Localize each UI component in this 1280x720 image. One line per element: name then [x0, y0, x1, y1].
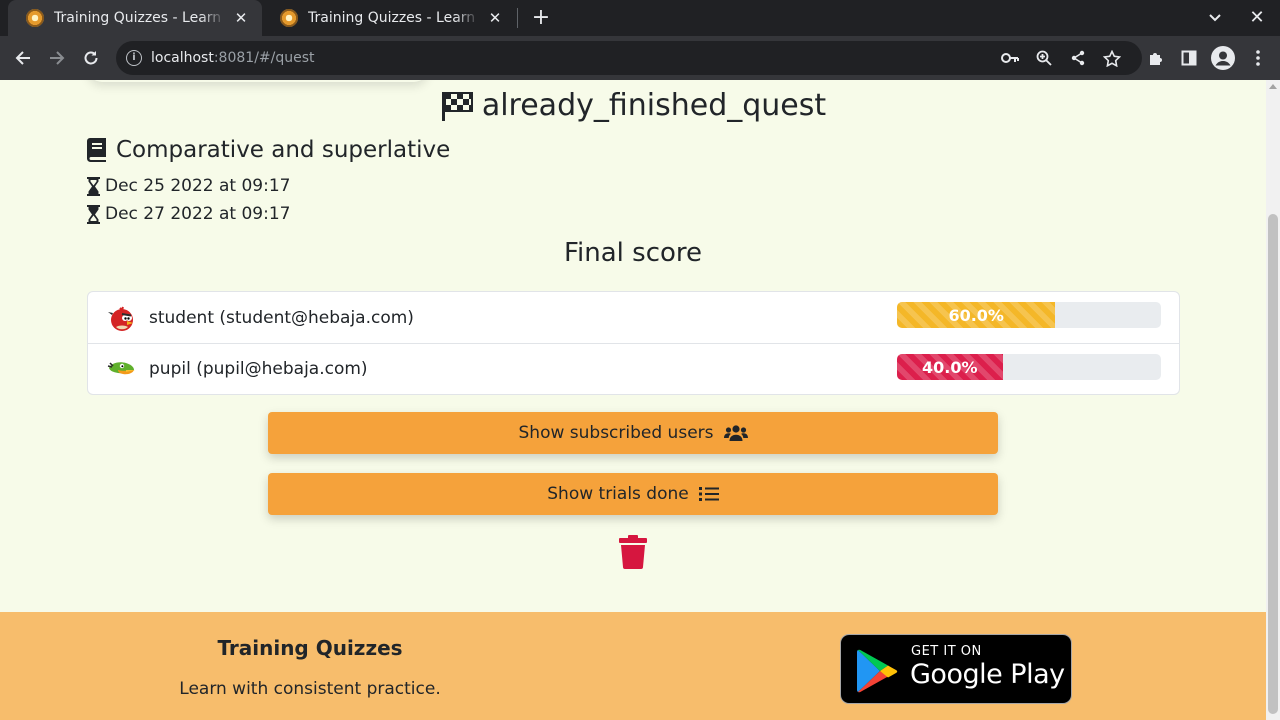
browser-tab[interactable]: Training Quizzes - Learn with consistent… — [262, 0, 516, 36]
extensions-button[interactable] — [1142, 44, 1170, 72]
chevron-down-icon — [1209, 14, 1221, 22]
reload-icon — [84, 51, 98, 65]
start-date-line: Dec 25 2022 at 09:17 — [87, 176, 290, 196]
hourglass-end-icon — [87, 204, 100, 224]
score-progress: 40.0% — [897, 354, 1161, 380]
book-icon — [87, 138, 106, 162]
tab-close-icon[interactable]: ✕ — [486, 9, 504, 27]
site-info-icon[interactable]: i — [126, 50, 142, 66]
side-panel-icon — [1181, 50, 1197, 66]
list-icon — [698, 487, 719, 501]
score-progress: 60.0% — [897, 302, 1161, 328]
page-scrollbar[interactable] — [1266, 80, 1280, 720]
browser-tab-active[interactable]: Training Quizzes - Learn with consistent… — [8, 0, 262, 36]
score-row-pupil: pupil (pupil@hebaja.com) 40.0% — [88, 343, 1179, 394]
browser-menu-button[interactable] — [1244, 44, 1272, 72]
red-bird-avatar — [108, 306, 133, 331]
arrow-right-icon — [50, 51, 65, 65]
bookmark-star-icon[interactable] — [1102, 49, 1122, 67]
window-close-button[interactable]: ✕ — [1246, 6, 1268, 30]
participant-name: student (student@hebaja.com) — [149, 307, 414, 328]
badge-store-text: Google Play — [910, 659, 1065, 690]
show-subscribed-users-button[interactable]: Show subscribed users — [268, 412, 998, 454]
start-date: Dec 25 2022 at 09:17 — [105, 176, 291, 196]
kebab-menu-icon — [1256, 50, 1260, 66]
score-list: student (student@hebaja.com) 60.0% pupil… — [87, 291, 1180, 395]
show-trials-done-button[interactable]: Show trials done — [268, 473, 998, 515]
end-date: Dec 27 2022 at 09:17 — [105, 204, 291, 224]
back-button[interactable] — [9, 44, 37, 72]
lesson-title: Comparative and superlative — [116, 137, 451, 163]
address-bar[interactable]: i localhost:8081/#/quest — [116, 41, 1142, 75]
hourglass-start-icon — [87, 176, 100, 196]
footer-tagline: Learn with consistent practice. — [179, 679, 441, 699]
show-subscribed-users-label: Show subscribed users — [518, 423, 714, 443]
password-key-icon[interactable] — [1000, 50, 1020, 66]
final-score-heading: Final score — [563, 238, 703, 268]
puzzle-icon — [1150, 53, 1162, 65]
green-bird-avatar — [107, 362, 135, 375]
url-host: localhost — [151, 50, 214, 66]
trash-icon — [619, 535, 647, 569]
participant-name: pupil (pupil@hebaja.com) — [149, 359, 368, 379]
score-row-student: student (student@hebaja.com) 60.0% — [88, 292, 1179, 343]
browser-toolbar: i localhost:8081/#/quest — [0, 36, 1280, 80]
page-footer: Training Quizzes Learn with consistent p… — [0, 612, 1266, 720]
google-play-logo-icon — [857, 649, 898, 693]
url-text[interactable]: localhost:8081/#/quest — [151, 50, 315, 66]
page-content: already_finished_quest Comparative and s… — [0, 80, 1266, 720]
google-play-badge[interactable]: GET IT ON Google Play — [840, 634, 1072, 704]
users-icon — [723, 425, 748, 441]
tab-title: Training Quizzes - Learn with consistent… — [308, 10, 480, 26]
zoom-icon[interactable] — [1034, 50, 1054, 66]
profile-button[interactable] — [1209, 44, 1237, 72]
quest-title: already_finished_quest — [0, 88, 1266, 123]
lesson-line: Comparative and superlative — [87, 137, 450, 163]
share-icon[interactable] — [1068, 50, 1088, 66]
show-trials-done-label: Show trials done — [547, 484, 689, 504]
site-favicon-icon — [280, 9, 298, 27]
card-edge — [88, 80, 428, 82]
footer-brand: Training Quizzes — [217, 636, 403, 660]
score-progress-bar: 60.0% — [897, 302, 1056, 328]
tab-search-button[interactable] — [1204, 8, 1226, 28]
scrollbar-thumb[interactable] — [1268, 214, 1278, 714]
score-progress-bar: 40.0% — [897, 354, 1003, 380]
forward-button[interactable] — [43, 44, 71, 72]
tab-close-icon[interactable]: ✕ — [232, 9, 250, 27]
new-tab-button[interactable]: + — [530, 6, 552, 30]
delete-quest-button[interactable] — [618, 535, 648, 569]
tab-strip: Training Quizzes - Learn with consistent… — [0, 0, 1280, 36]
site-favicon-icon — [26, 9, 44, 27]
badge-top-text: GET IT ON — [911, 644, 982, 659]
tab-separator — [517, 8, 518, 28]
tab-title: Training Quizzes - Learn with consistent… — [54, 10, 226, 26]
reload-button[interactable] — [77, 44, 105, 72]
profile-avatar-icon — [1211, 46, 1235, 70]
quest-name: already_finished_quest — [481, 88, 827, 123]
end-date-line: Dec 27 2022 at 09:17 — [87, 204, 290, 224]
arrow-left-icon — [15, 51, 30, 65]
checkered-flag-icon — [441, 91, 473, 121]
scroll-up-arrow-icon[interactable] — [1269, 84, 1277, 89]
side-panel-button[interactable] — [1175, 44, 1203, 72]
url-path: :8081/#/quest — [213, 50, 315, 66]
